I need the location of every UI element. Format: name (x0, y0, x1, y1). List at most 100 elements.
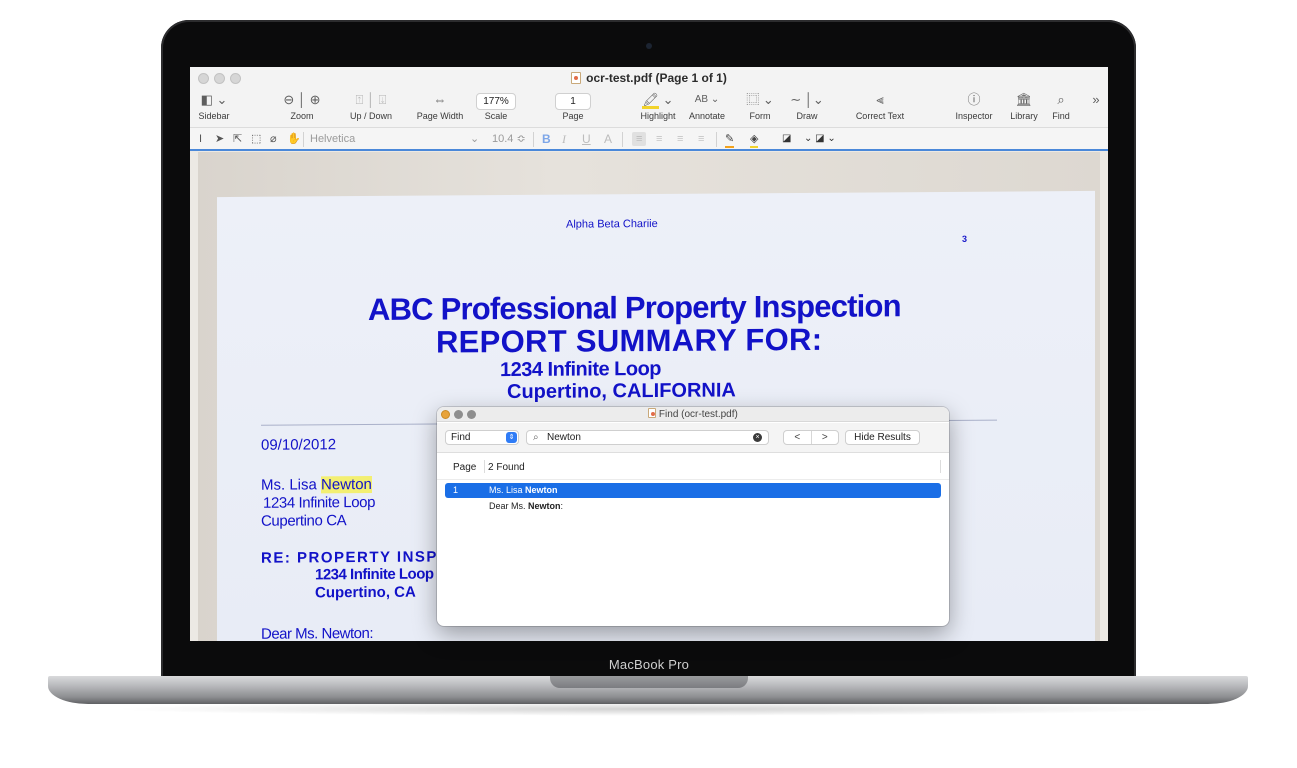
chevron-double-right-icon: » (1092, 92, 1100, 107)
result-context: Dear Ms. Newton: (489, 501, 564, 511)
highlight-label: Highlight (640, 111, 676, 121)
bold-button[interactable]: B (542, 132, 551, 146)
result-row[interactable]: Dear Ms. Newton: (445, 499, 941, 514)
italic-button[interactable]: I (562, 132, 566, 146)
inspector-button[interactable]: ⓘ Inspector (950, 91, 998, 121)
updown-control[interactable]: ⍐ │ ⍗ Up / Down (342, 91, 400, 121)
chevron-down-icon[interactable]: ⌄ (470, 132, 479, 146)
font-name[interactable]: Helvetica (310, 132, 355, 146)
page-label: Page (562, 111, 584, 121)
stroke-color-icon[interactable]: ✎ (725, 132, 735, 148)
page-control[interactable]: 1 Page (551, 91, 595, 121)
up-down-arrow-icons: ⍐ │ ⍗ (355, 92, 387, 107)
minimize-window-button[interactable] (214, 73, 225, 84)
align-left-icon[interactable]: ≡ (632, 132, 647, 146)
clear-search-icon[interactable]: × (753, 433, 762, 442)
annotate-label: Annotate (688, 111, 726, 121)
re-line: RE: PROPERTY INSP (261, 548, 438, 567)
pdf-file-icon (648, 408, 657, 418)
line-width-dropdown-icon[interactable]: ⌄ ◪ ⌄ (804, 132, 836, 146)
result-row[interactable]: 1 Ms. Lisa Newton (445, 483, 941, 498)
zoom-panel-button[interactable] (467, 410, 476, 419)
info-icon: ⓘ (967, 92, 981, 107)
hide-results-button[interactable]: Hide Results (845, 430, 920, 445)
page-width-button[interactable]: ⇔ Page Width (411, 91, 469, 121)
annotate-button[interactable]: AB ⌄ Annotate (684, 91, 730, 121)
highlighter-icon: 🖍 ⌄ (642, 92, 674, 109)
border-style-icon[interactable]: ◪ (782, 132, 791, 146)
eraser-icon[interactable]: ⌀ (270, 132, 277, 146)
inspector-label: Inspector (955, 111, 993, 121)
close-window-button[interactable] (198, 73, 209, 84)
overflow-button[interactable]: » (1088, 91, 1104, 109)
result-context: Ms. Lisa Newton (489, 485, 558, 495)
arrow-outline-tool-icon[interactable]: ⇱ (233, 132, 242, 146)
search-input[interactable] (547, 431, 737, 444)
find-button[interactable]: ⌕ Find (1046, 91, 1076, 121)
column-page[interactable]: Page (453, 462, 476, 473)
main-toolbar: ◧ ⌄ Sidebar ⊖ │ ⊕ Zoom ⍐ │ ⍗ Up / Down ⇔… (190, 89, 1108, 127)
pdf-file-icon (571, 72, 582, 84)
property-city: Cupertino, CALIFORNIA (507, 379, 736, 404)
format-bar: I ➤ ⇱ ⬚ ⌀ ✋ Helvetica ⌄ 10.4 ≎ B I U A ≡… (190, 127, 1108, 151)
window-title: ocr-test.pdf (Page 1 of 1) (586, 71, 727, 85)
zoom-window-button[interactable] (230, 73, 241, 84)
library-label: Library (1010, 111, 1038, 121)
result-page: 1 (453, 485, 459, 495)
justify-icon[interactable]: ≡ (698, 132, 704, 146)
find-mode-select[interactable]: Find ⇕ (445, 430, 519, 445)
minimize-panel-button[interactable] (454, 410, 463, 419)
device-label: MacBook Pro (608, 657, 690, 672)
strike-button[interactable]: A (604, 132, 612, 146)
fill-color-icon[interactable]: ◈ (750, 132, 759, 148)
zoom-control[interactable]: ⊖ │ ⊕ Zoom (276, 91, 328, 121)
page-width-icon: ⇔ (433, 92, 447, 107)
laptop-hinge-notch (550, 676, 748, 688)
report-subtitle: REPORT SUMMARY FOR: (436, 321, 823, 360)
correct-text-button[interactable]: ⫷ Correct Text (850, 91, 910, 121)
scale-label: Scale (484, 111, 508, 121)
form-icon: ⿴ ⌄ (746, 92, 774, 107)
select-arrows-icon: ⇕ (506, 432, 517, 443)
sidebar-icon: ◧ ⌄ (200, 92, 228, 107)
highlight-button[interactable]: 🖍 ⌄ Highlight (630, 91, 686, 121)
find-panel: Find (ocr-test.pdf) Find ⇕ ⌕ × < > Hide … (437, 407, 949, 626)
recipient-street: 1234 Infinite Loop (263, 493, 376, 512)
column-found-count[interactable]: 2 Found (488, 462, 525, 473)
underline-button[interactable]: U (582, 132, 591, 146)
sidebar-label: Sidebar (198, 111, 230, 121)
window-titlebar: ocr-test.pdf (Page 1 of 1) (190, 67, 1108, 89)
annotate-icon: AB ⌄ (694, 94, 720, 105)
scale-control[interactable]: 177% Scale (474, 91, 518, 121)
font-size[interactable]: 10.4 ≎ (492, 132, 526, 146)
next-result-button[interactable]: > (812, 431, 839, 444)
recipient-city: Cupertino CA (261, 512, 347, 530)
hand-tool-icon[interactable]: ✋ (287, 132, 301, 146)
text-cursor-tool-icon[interactable]: I (199, 132, 202, 146)
sidebar-button[interactable]: ◧ ⌄ Sidebar (194, 91, 234, 121)
property-street: 1234 Infinite Loop (500, 357, 662, 382)
search-field[interactable]: ⌕ × (526, 430, 769, 445)
align-center-icon[interactable]: ≡ (656, 132, 662, 146)
find-label: Find (1052, 111, 1070, 121)
previous-result-button[interactable]: < (784, 431, 812, 444)
salutation: Dear Ms. Newton: (261, 624, 374, 641)
find-panel-titlebar: Find (ocr-test.pdf) (437, 407, 949, 422)
scale-field[interactable]: 177% (476, 93, 516, 110)
close-panel-button[interactable] (441, 410, 450, 419)
draw-button[interactable]: ∼ │⌄ Draw (785, 91, 829, 121)
find-controls: Find ⇕ ⌕ × < > Hide Results (437, 423, 949, 453)
search-highlight: Newton (321, 475, 372, 494)
draw-label: Draw (796, 111, 818, 121)
form-button[interactable]: ⿴ ⌄ Form (740, 91, 780, 121)
marquee-select-icon[interactable]: ⬚ (251, 132, 261, 146)
align-right-icon[interactable]: ≡ (677, 132, 683, 146)
pen-squiggle-icon: ∼ │⌄ (790, 92, 824, 107)
pointer-tool-icon[interactable]: ➤ (215, 132, 224, 146)
page-width-label: Page Width (416, 111, 464, 121)
library-icon: 🏛 (1015, 92, 1033, 107)
zoom-label: Zoom (290, 111, 314, 121)
page-field[interactable]: 1 (555, 93, 591, 110)
search-icon: ⌕ (1057, 92, 1065, 107)
library-button[interactable]: 🏛 Library (1004, 91, 1044, 121)
